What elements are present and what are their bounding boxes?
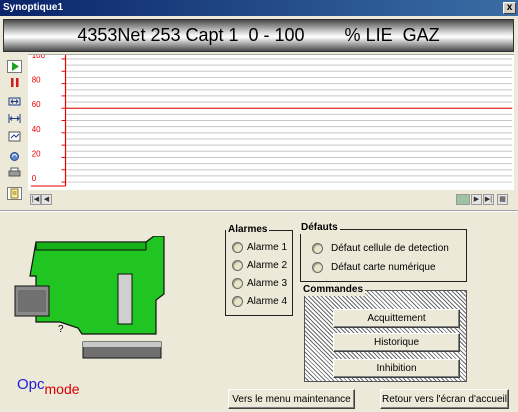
- y-tick-label: 20: [32, 149, 41, 158]
- close-button[interactable]: x: [503, 2, 516, 14]
- historique-button[interactable]: Historique: [333, 333, 460, 352]
- alarme-4-indicator[interactable]: [232, 295, 243, 307]
- scroll-thumb[interactable]: [456, 194, 470, 205]
- inhibition-button[interactable]: Inhibition: [333, 359, 460, 378]
- last-page-icon[interactable]: ▶|: [483, 194, 494, 205]
- y-tick-label: 0: [32, 174, 37, 183]
- alarme-3[interactable]: Alarme 3: [232, 277, 287, 291]
- y-tick-label: 40: [32, 125, 41, 134]
- grid-icon[interactable]: ▦: [497, 194, 508, 205]
- window-title: Synoptique1: [3, 2, 64, 13]
- alarme-2-indicator[interactable]: [232, 259, 243, 271]
- logo-sub-text: mode: [44, 381, 80, 397]
- play-icon[interactable]: [7, 60, 22, 73]
- defaut-carte-indicator[interactable]: [312, 261, 323, 273]
- home-screen-button[interactable]: Retour vers l'écran d'accueil: [380, 389, 509, 409]
- alarme-2[interactable]: Alarme 2: [232, 259, 287, 273]
- chart-toolbar: [3, 54, 27, 205]
- y-tick-label: 100: [32, 54, 46, 60]
- alarme-4-label: Alarme 4: [247, 296, 288, 307]
- first-page-icon[interactable]: |◀: [30, 194, 41, 205]
- page-title: 4353Net 253 Capt 1 0 - 100 % LIE GAZ: [3, 19, 514, 52]
- logo-main-text: Opc: [17, 376, 45, 393]
- alarme-1-indicator[interactable]: [232, 241, 243, 253]
- autoscale-icon[interactable]: [7, 131, 22, 144]
- synoptique-window: Synoptique1 x 4353Net 253 Capt 1 0 - 100…: [0, 0, 518, 412]
- scroll-left-icon[interactable]: ◀: [41, 194, 52, 205]
- trend-chart[interactable]: 100 80 60 40 20 0: [28, 54, 514, 190]
- print-icon[interactable]: [7, 167, 22, 180]
- acquittement-button[interactable]: Acquittement: [333, 309, 460, 328]
- defaut-carte-label: Défaut carte numérique: [331, 262, 436, 273]
- unknown-status-label: ?: [58, 324, 64, 335]
- defaut-cellule[interactable]: Défaut cellule de detection: [312, 242, 449, 256]
- alarme-2-label: Alarme 2: [247, 260, 288, 271]
- divider: [0, 210, 518, 212]
- y-tick-label: 80: [32, 76, 41, 85]
- pause-icon[interactable]: [7, 77, 22, 90]
- fit-horizontal-icon[interactable]: [7, 113, 22, 126]
- alarmes-title: Alarmes: [226, 224, 270, 236]
- window-titlebar: Synoptique1 x: [0, 0, 518, 16]
- notes-icon[interactable]: [7, 187, 22, 200]
- alarme-1[interactable]: Alarme 1: [232, 241, 287, 255]
- opc-mode-logo: Opcmode: [17, 376, 80, 397]
- alarme-3-indicator[interactable]: [232, 277, 243, 289]
- y-tick-label: 60: [32, 100, 41, 109]
- chart-navigation: |◀ ◀ ▶ ▶| ▦: [28, 194, 514, 208]
- alarme-3-label: Alarme 3: [247, 278, 288, 289]
- defaut-carte[interactable]: Défaut carte numérique: [312, 261, 436, 275]
- scroll-right-icon[interactable]: ▶: [471, 194, 482, 205]
- alarme-4[interactable]: Alarme 4: [232, 295, 287, 309]
- maintenance-menu-button[interactable]: Vers le menu maintenance: [228, 389, 355, 409]
- defaut-cellule-label: Défaut cellule de detection: [331, 243, 449, 254]
- detector-illustration: [14, 236, 165, 359]
- defauts-title: Défauts: [299, 222, 340, 234]
- alarme-1-label: Alarme 1: [247, 242, 288, 253]
- defaut-cellule-indicator[interactable]: [312, 242, 323, 254]
- refresh-icon[interactable]: [7, 151, 22, 164]
- commandes-title: Commandes: [301, 284, 366, 296]
- zoom-horizontal-icon[interactable]: [7, 96, 22, 109]
